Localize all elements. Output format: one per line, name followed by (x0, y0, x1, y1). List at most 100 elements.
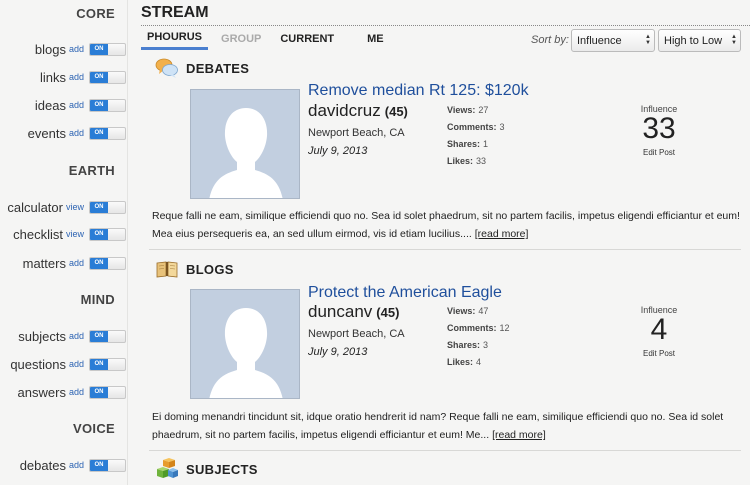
influence-score: Influence 4 Edit Post (631, 305, 687, 358)
stat-views: Views: 47 (447, 306, 489, 316)
sidebar-section-core: CORE (76, 6, 115, 21)
sidebar-item-label: checklist (13, 226, 63, 242)
sidebar-item-label: links (39, 69, 66, 85)
section-header-subjects: SUBJECTS (155, 458, 258, 478)
sidebar-item-calculator: calculator view ON (0, 199, 126, 215)
calculator-toggle[interactable]: ON (89, 200, 126, 214)
sidebar-item-matters: matters add ON (0, 255, 126, 271)
sidebar-item-ideas: ideas add ON (0, 97, 126, 113)
author-reputation: (45) (376, 305, 400, 320)
links-add-link[interactable]: add (69, 72, 84, 82)
subjects-toggle[interactable]: ON (89, 329, 126, 343)
ideas-toggle[interactable]: ON (89, 98, 126, 112)
tab-me[interactable]: ME (361, 27, 390, 50)
page-title: STREAM (141, 4, 209, 21)
post-title-link[interactable]: Remove median Rt 125: $120k (308, 82, 529, 100)
sidebar-item-label: ideas (34, 97, 66, 113)
post-author[interactable]: duncanv (45) (308, 302, 399, 322)
sidebar-item-links: links add ON (0, 69, 126, 85)
cubes-icon (157, 458, 178, 478)
checklist-toggle[interactable]: ON (89, 227, 126, 241)
sidebar-item-events: events add ON (0, 125, 126, 141)
influence-value: 4 (650, 313, 668, 346)
ideas-add-link[interactable]: add (69, 100, 84, 110)
stat-shares: Shares: 1 (447, 139, 489, 149)
subjects-add-link[interactable]: add (69, 331, 84, 341)
sidebar-item-answers: answers add ON (0, 384, 126, 400)
post-title-link[interactable]: Protect the American Eagle (308, 284, 502, 302)
sidebar-item-label: blogs (34, 41, 66, 57)
answers-toggle[interactable]: ON (89, 385, 126, 399)
author-reputation: (45) (384, 104, 408, 119)
sidebar-item-label: events (27, 125, 66, 141)
sidebar-section-voice: VOICE (73, 421, 115, 436)
stat-likes: Likes: 33 (447, 156, 487, 166)
sidebar-section-earth: EARTH (68, 163, 115, 178)
calculator-view-link[interactable]: view (66, 202, 84, 212)
debates-add-link[interactable]: add (69, 460, 84, 470)
default-user-silhouette-icon (209, 108, 283, 198)
sidebar-item-label: subjects (18, 328, 66, 344)
section-title: DEBATES (186, 60, 250, 76)
default-user-silhouette-icon (209, 308, 283, 398)
read-more-link[interactable]: [read more] (475, 228, 529, 240)
stream-tabs: PHOURUS GROUP CURRENT ME (141, 27, 397, 51)
tab-phourus[interactable]: PHOURUS (141, 27, 209, 50)
post-divider (149, 450, 741, 451)
questions-add-link[interactable]: add (69, 359, 84, 369)
post-excerpt: Ei doming menandri tincidunt sit, idque … (152, 411, 724, 441)
title-divider (141, 25, 750, 26)
avatar[interactable] (190, 89, 300, 199)
sidebar-item-label: calculator (7, 199, 63, 215)
sidebar-item-label: answers (17, 384, 66, 400)
sidebar-item-debates: debates add ON (0, 457, 126, 473)
select-arrows-icon: ▲ ▼ (645, 34, 651, 46)
section-title: SUBJECTS (186, 461, 258, 477)
post-excerpt: Reque falli ne eam, similique efficiendi… (152, 210, 740, 240)
stat-likes: Likes: 4 (447, 357, 482, 367)
debates-toggle[interactable]: ON (89, 458, 126, 472)
questions-toggle[interactable]: ON (89, 357, 126, 371)
sort-order-select[interactable]: High to Low ▲ ▼ (658, 29, 741, 52)
sort-field-select[interactable]: Influence ▲ ▼ (571, 29, 655, 52)
influence-score: Influence 33 Edit Post (631, 104, 687, 157)
answers-add-link[interactable]: add (69, 387, 84, 397)
sidebar-item-questions: questions add ON (0, 356, 126, 372)
sidebar-item-label: debates (19, 457, 66, 473)
sidebar-item-blogs: blogs add ON (0, 41, 126, 57)
open-book-icon (156, 261, 178, 278)
edit-post-link[interactable]: Edit Post (631, 349, 687, 358)
blogs-add-link[interactable]: add (69, 44, 84, 54)
post-date: July 9, 2013 (308, 145, 368, 157)
matters-add-link[interactable]: add (69, 258, 84, 268)
sidebar-item-checklist: checklist view ON (0, 226, 126, 242)
stat-comments: Comments: 12 (447, 323, 510, 333)
links-toggle[interactable]: ON (89, 70, 126, 84)
sidebar-item-label: questions (10, 356, 66, 372)
blogs-toggle[interactable]: ON (89, 42, 126, 56)
sidebar: CORE blogs add ON links add ON ideas add… (0, 0, 128, 485)
edit-post-link[interactable]: Edit Post (631, 148, 687, 157)
stat-views: Views: 27 (447, 105, 489, 115)
tab-group[interactable]: GROUP (215, 27, 267, 50)
stat-comments: Comments: 3 (447, 122, 505, 132)
read-more-link[interactable]: [read more] (492, 429, 546, 441)
section-header-blogs: BLOGS (155, 260, 234, 278)
avatar[interactable] (190, 289, 300, 399)
post-date: July 9, 2013 (308, 346, 368, 358)
matters-toggle[interactable]: ON (89, 256, 126, 270)
influence-value: 33 (642, 112, 676, 145)
select-arrows-icon: ▲ ▼ (731, 34, 737, 46)
section-title: BLOGS (186, 261, 234, 277)
tab-current[interactable]: CURRENT (274, 27, 340, 50)
events-toggle[interactable]: ON (89, 126, 126, 140)
post-stats: Views: 47 Comments: 12 Shares: 3 Likes: 4 (447, 305, 547, 373)
stat-shares: Shares: 3 (447, 340, 489, 350)
sort-label: Sort by: (531, 34, 569, 46)
post-location: Newport Beach, CA (308, 127, 405, 139)
checklist-view-link[interactable]: view (66, 229, 84, 239)
section-header-debates: DEBATES (155, 58, 250, 78)
post-stats: Views: 27 Comments: 3 Shares: 1 Likes: 33 (447, 104, 547, 172)
post-author[interactable]: davidcruz (45) (308, 101, 408, 121)
events-add-link[interactable]: add (69, 128, 84, 138)
